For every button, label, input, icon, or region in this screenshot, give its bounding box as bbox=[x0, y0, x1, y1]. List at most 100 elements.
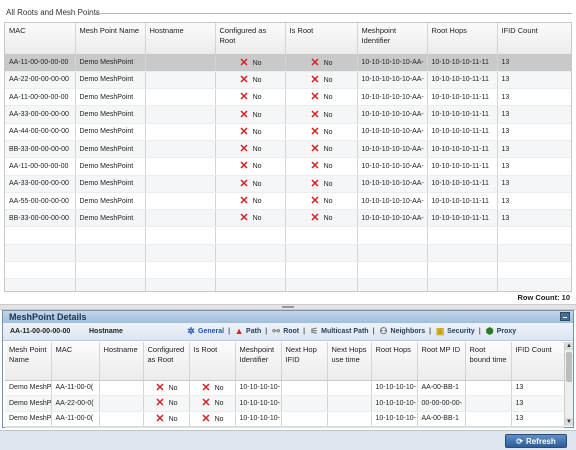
table-cell: ✕ No bbox=[285, 140, 358, 159]
table-cell: ✕ No bbox=[143, 395, 190, 412]
table-row[interactable]: AA-11-00-00-00-00 Demo MeshPoint ✕ No ✕ No 10-… bbox=[5, 88, 571, 107]
cell-text: No bbox=[168, 384, 178, 392]
table-cell: AA-22-00-0( bbox=[51, 395, 100, 412]
table-row[interactable]: AA-33-00-00-00-00 Demo MeshPoint ✕ No ✕ No 10-… bbox=[5, 175, 571, 193]
x-icon: ✕ bbox=[310, 195, 320, 208]
x-icon: ✕ bbox=[239, 143, 249, 156]
meshpoint-details-panel: MeshPoint Details AA-11-00-00-00-00 Host… bbox=[2, 310, 574, 428]
tab-general[interactable]: ✲ General bbox=[183, 326, 227, 336]
cell-text: No bbox=[252, 215, 262, 223]
empty-cell bbox=[497, 244, 571, 263]
details-vertical-scrollbar[interactable]: ▲ ▼ bbox=[564, 342, 573, 426]
hostname-label: Hostname bbox=[89, 328, 123, 335]
table-cell: ✕ No bbox=[215, 192, 286, 211]
table-cell: AA-11-00-0( bbox=[51, 411, 100, 426]
table-cell: ✕ No bbox=[285, 71, 358, 90]
refresh-button[interactable]: ⟳ Refresh bbox=[505, 434, 567, 448]
selected-mac: AA-11-00-00-00-00 bbox=[10, 328, 71, 335]
column-header-mesh-point-name[interactable]: Mesh Point Name bbox=[75, 23, 146, 55]
column-header-meshpoint-identifier[interactable]: Meshpoint Identifier bbox=[235, 342, 282, 381]
refresh-label: Refresh bbox=[525, 436, 556, 446]
table-row[interactable]: AA-33-00-00-00-00 Demo MeshPoint ✕ No ✕ No 10-… bbox=[5, 105, 571, 124]
table-cell bbox=[145, 157, 216, 176]
empty-cell bbox=[285, 226, 358, 245]
empty-cell bbox=[5, 261, 76, 280]
table-row[interactable]: AA-22-00-00-00-00 Demo MeshPoint ✕ No ✕ No 10-… bbox=[5, 71, 571, 90]
tab-path[interactable]: ▲ Path bbox=[231, 326, 264, 336]
table-cell bbox=[99, 380, 144, 396]
column-header-is-root[interactable]: Is Root bbox=[189, 342, 236, 381]
tab-neighbors[interactable]: ⚇ Neighbors bbox=[376, 326, 429, 336]
tab-root[interactable]: ⚯ Root bbox=[268, 326, 302, 336]
column-header-configured-as-root[interactable]: Configured as Root bbox=[143, 342, 190, 381]
table-cell: 10-10-10-10-10-AA- bbox=[357, 192, 428, 211]
details-toolbar: AA-11-00-00-00-00 Hostname ✲ General | ▲ P… bbox=[3, 323, 573, 341]
table-cell: ✕ No bbox=[285, 192, 358, 211]
table-row[interactable]: BB-33-00-00-00-00 Demo MeshPoint ✕ No ✕ No 10-… bbox=[5, 209, 571, 228]
table-cell bbox=[145, 105, 216, 124]
panel-title: All Roots and Mesh Points bbox=[6, 8, 100, 17]
x-icon: ✕ bbox=[310, 212, 320, 225]
column-header-root-bound-time[interactable]: Root bound time bbox=[465, 342, 512, 381]
scroll-down-icon[interactable]: ▼ bbox=[565, 418, 573, 426]
splitter-grip-icon[interactable] bbox=[282, 306, 294, 308]
table-cell: ✕ No bbox=[285, 88, 358, 107]
table-cell: Demo MeshPoint bbox=[75, 71, 146, 90]
cell-text: No bbox=[323, 163, 333, 171]
table-row[interactable]: Demo MeshP AA-11-00-0(✕ No ✕ No 10-10-10-10- 1… bbox=[5, 380, 564, 396]
table-cell: BB-33-00-00-00-00 bbox=[5, 209, 76, 228]
empty-cell bbox=[497, 261, 571, 280]
minimize-icon[interactable] bbox=[560, 312, 570, 321]
table-row[interactable]: AA-55-00-00-00-00 Demo MeshPoint ✕ No ✕ No 10-… bbox=[5, 192, 571, 211]
column-header-mac[interactable]: MAC bbox=[5, 23, 76, 55]
column-header-ifid-count[interactable]: IFID Count bbox=[497, 23, 571, 55]
proxy-icon: ⬢ bbox=[485, 326, 494, 336]
table-cell: ✕ No bbox=[189, 395, 236, 412]
table-row[interactable]: AA-11-00-00-00-00 Demo MeshPoint ✕ No ✕ No 10-… bbox=[5, 157, 571, 176]
x-icon: ✕ bbox=[239, 177, 249, 190]
multicast-path-icon: ⚟ bbox=[310, 326, 319, 336]
tab-multicast-path[interactable]: ⚟ Multicast Path bbox=[306, 326, 371, 336]
column-header-hostname[interactable]: Hostname bbox=[145, 23, 216, 55]
column-header-meshpoint-identifier[interactable]: Meshpoint Identifier bbox=[357, 23, 428, 55]
column-header-is-root[interactable]: Is Root bbox=[285, 23, 358, 55]
column-header-ifid-count[interactable]: IFID Count bbox=[511, 342, 564, 381]
table-cell: ✕ No bbox=[285, 157, 358, 176]
column-header-configured-as-root[interactable]: Configured as Root bbox=[215, 23, 286, 55]
details-table-container: Mesh Point Name MAC Hostname Configured … bbox=[5, 342, 564, 426]
cell-text: No bbox=[323, 128, 333, 136]
column-header-root-hops[interactable]: Root Hops bbox=[371, 342, 418, 381]
table-row[interactable]: BB-33-00-00-00-00 Demo MeshPoint ✕ No ✕ No 10-… bbox=[5, 140, 571, 159]
cell-text: No bbox=[214, 415, 224, 423]
cell-text: No bbox=[252, 197, 262, 205]
table-cell bbox=[145, 123, 216, 141]
column-header-root-hops[interactable]: Root Hops bbox=[427, 23, 498, 55]
scroll-thumb[interactable] bbox=[566, 352, 572, 382]
tab-proxy[interactable]: ⬢ Proxy bbox=[482, 326, 519, 336]
table-cell: 13 bbox=[497, 140, 571, 159]
table-cell: 13 bbox=[497, 105, 571, 124]
column-header-hostname[interactable]: Hostname bbox=[99, 342, 144, 381]
table-row[interactable]: Demo MeshP AA-11-00-0(✕ No ✕ No 10-10-10-10- 1… bbox=[5, 411, 564, 426]
table-cell: Demo MeshPoint bbox=[75, 175, 146, 193]
table-cell bbox=[145, 209, 216, 228]
column-header-mac[interactable]: MAC bbox=[51, 342, 100, 381]
column-header-root-mp-id[interactable]: Root MP ID bbox=[417, 342, 466, 381]
table-row[interactable]: AA-11-00-00-00-00 Demo MeshPoint ✕ No ✕ No 10-… bbox=[5, 54, 571, 72]
table-header-row: MAC Mesh Point Name Hostname Configured … bbox=[5, 23, 571, 55]
cell-text: No bbox=[323, 59, 333, 67]
table-cell: ✕ No bbox=[189, 380, 236, 396]
table-cell: BB-33-00-00-00-00 bbox=[5, 140, 76, 159]
cell-text: No bbox=[252, 163, 262, 171]
column-header-mesh-point-name[interactable]: Mesh Point Name bbox=[5, 342, 52, 381]
table-cell: 13 bbox=[497, 209, 571, 228]
column-header-next-hops-use-time[interactable]: Next Hops use time bbox=[327, 342, 372, 381]
tab-security[interactable]: ▣ Security bbox=[432, 326, 478, 336]
scroll-up-icon[interactable]: ▲ bbox=[565, 342, 573, 350]
details-horizontal-scrollbar[interactable] bbox=[5, 426, 564, 428]
table-row[interactable]: AA-44-00-00-00-00 Demo MeshPoint ✕ No ✕ No 10-… bbox=[5, 123, 571, 141]
column-header-next-hop-ifid[interactable]: Next Hop IFID bbox=[281, 342, 328, 381]
x-icon: ✕ bbox=[239, 91, 249, 104]
table-row[interactable]: Demo MeshP AA-22-00-0(✕ No ✕ No 10-10-10-10- 1… bbox=[5, 395, 564, 412]
empty-cell bbox=[427, 261, 498, 280]
